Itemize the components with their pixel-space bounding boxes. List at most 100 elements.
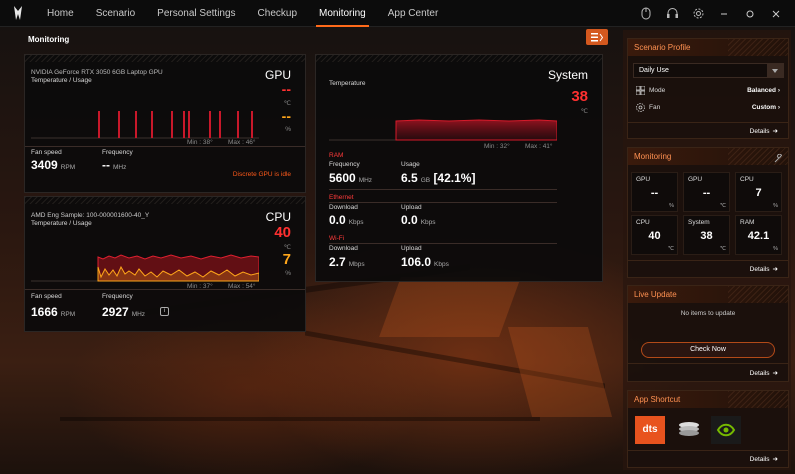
nvidia-app-icon[interactable] [711, 416, 741, 444]
gpu-fan-speed: 3409 RPM [31, 158, 76, 172]
fan-value[interactable]: Custom › [752, 104, 780, 111]
ram-frequency: 5600 MHz [329, 171, 373, 185]
gear-icon[interactable] [685, 0, 711, 27]
monitor-tile-gpu-temp: GPU -- ℃ [683, 172, 730, 212]
cpu-name: AMD Eng Sample: 100-000001600-40_Y [31, 212, 150, 219]
ethernet-download: 0.0 Kbps [329, 213, 364, 227]
monitor-tile-gpu-usage: GPU --% [631, 172, 678, 212]
info-icon[interactable]: i [160, 307, 169, 316]
cpu-fan-speed: 1666 RPM [31, 305, 76, 319]
monitor-tile-cpu-temp: CPU 40 ℃ [631, 215, 678, 255]
tab-scenario[interactable]: Scenario [85, 0, 146, 27]
gpu-usage-graph [31, 111, 259, 139]
scenario-profile-header: Scenario Profile [628, 39, 788, 56]
arrow-right-icon: ➜ [772, 370, 778, 377]
app-shortcut-details-link[interactable]: Details ➜ [750, 455, 778, 464]
gpu-subtitle: Temperature / Usage [31, 77, 92, 84]
cpu-subtitle: Temperature / Usage [31, 220, 92, 227]
gpu-card: NVIDIA GeForce RTX 3050 6GB Laptop GPU T… [24, 54, 306, 193]
gpu-status-text: Discrete GPU is idle [232, 171, 291, 178]
ram-usage: 6.5 GB [42.1%] [401, 171, 476, 185]
title-bar: Home Scenario Personal Settings Checkup … [0, 0, 795, 27]
close-icon[interactable] [763, 0, 789, 27]
ethernet-download-label: Download [329, 204, 358, 211]
wifi-download-label: Download [329, 245, 358, 252]
gpu-title: GPU [264, 68, 291, 82]
profile-select[interactable]: Daily Use [633, 63, 784, 78]
gpu-usage-value: -- [281, 108, 291, 124]
gpu-temp-unit: ℃ [283, 100, 291, 107]
ram-usage-label: Usage [401, 161, 420, 168]
monitor-tile-cpu-usage: CPU 7% [735, 172, 782, 212]
profile-select-value: Daily Use [639, 67, 669, 74]
ethernet-heading: Ethernet [329, 194, 354, 201]
cpu-temp-unit: ℃ [283, 244, 291, 251]
graph-spike [118, 111, 120, 138]
system-temp-graph [329, 119, 557, 141]
tab-monitoring[interactable]: Monitoring [308, 0, 377, 27]
arrow-right-icon: ➜ [772, 456, 778, 463]
fan-label: Fan [649, 104, 661, 111]
monitoring-details-link[interactable]: Details ➜ [750, 265, 778, 274]
cpu-temp-value: 40 [274, 224, 291, 241]
ethernet-upload-label: Upload [401, 204, 422, 211]
system-card: System Temperature 38 ℃ Min : 32° Max : … [315, 54, 603, 282]
cpu-fan-label: Fan speed [31, 293, 62, 300]
graph-spike [151, 111, 153, 138]
tab-personal-settings[interactable]: Personal Settings [146, 0, 246, 27]
cpu-usage-unit: % [285, 270, 291, 277]
system-max: Max : 41° [525, 143, 553, 150]
system-title: System [547, 68, 588, 82]
wifi-heading: Wi-Fi [329, 235, 345, 242]
card-hatch [25, 197, 305, 204]
app-shortcut-panel: App Shortcut dts Details ➜ [627, 390, 789, 468]
monitor-tile-system-temp: System 38 ℃ [683, 215, 730, 255]
scenario-details-link[interactable]: Details ➜ [750, 127, 778, 136]
mode-value[interactable]: Balanced › [747, 87, 780, 94]
check-now-button[interactable]: Check Now [641, 342, 775, 358]
minimize-icon[interactable] [711, 0, 737, 27]
wifi-download: 2.7 Mbps [329, 255, 365, 269]
headset-icon[interactable] [659, 0, 685, 27]
tab-checkup[interactable]: Checkup [247, 0, 308, 27]
restore-icon[interactable] [737, 0, 763, 27]
collapse-sidebar-button[interactable] [586, 29, 608, 45]
graph-spike [188, 111, 190, 138]
tab-app-center[interactable]: App Center [377, 0, 450, 27]
arrow-right-icon: ➜ [772, 266, 778, 273]
graph-spike [135, 111, 137, 138]
mouse-icon[interactable] [633, 0, 659, 27]
live-update-details-link[interactable]: Details ➜ [750, 369, 778, 378]
tab-home[interactable]: Home [36, 0, 85, 27]
graph-spike [183, 111, 185, 138]
system-temp-unit: ℃ [580, 108, 588, 115]
cpu-freq-label: Frequency [102, 293, 133, 300]
gpu-temp-value: -- [281, 81, 291, 97]
main-nav: Home Scenario Personal Settings Checkup … [36, 0, 449, 27]
system-temp-series [395, 119, 557, 141]
dts-app-icon[interactable]: dts [635, 416, 665, 444]
scenario-profile-panel: Scenario Profile Daily Use Mode Balanced… [627, 38, 789, 139]
wrench-icon[interactable] [774, 152, 783, 169]
cpu-card: AMD Eng Sample: 100-000001600-40_Y Tempe… [24, 196, 306, 332]
disk-app-icon[interactable] [675, 416, 703, 444]
predator-logo-icon [0, 0, 36, 27]
card-hatch [25, 55, 305, 62]
monitoring-panel: Monitoring GPU --% GPU -- ℃ CPU 7% CPU 40 ℃ Sy… [627, 147, 789, 278]
system-temp-label: Temperature [329, 80, 366, 87]
monitor-tile-ram-usage: RAM 42.1% [735, 215, 782, 255]
wifi-upload: 106.0 Kbps [401, 255, 449, 269]
graph-spike [219, 111, 221, 138]
ram-freq-label: Frequency [329, 161, 360, 168]
live-update-panel: Live Update No items to update Check Now… [627, 285, 789, 382]
card-hatch [316, 55, 602, 62]
cpu-title: CPU [265, 210, 291, 224]
wifi-upload-label: Upload [401, 245, 422, 252]
mode-icon [635, 85, 646, 97]
fan-icon [636, 103, 645, 114]
app-shortcut-header: App Shortcut [628, 391, 788, 408]
page-title: Monitoring [28, 35, 70, 44]
arrow-right-icon: ➜ [772, 128, 778, 135]
gpu-freq-label: Frequency [102, 149, 133, 156]
no-updates-message: No items to update [680, 310, 736, 317]
